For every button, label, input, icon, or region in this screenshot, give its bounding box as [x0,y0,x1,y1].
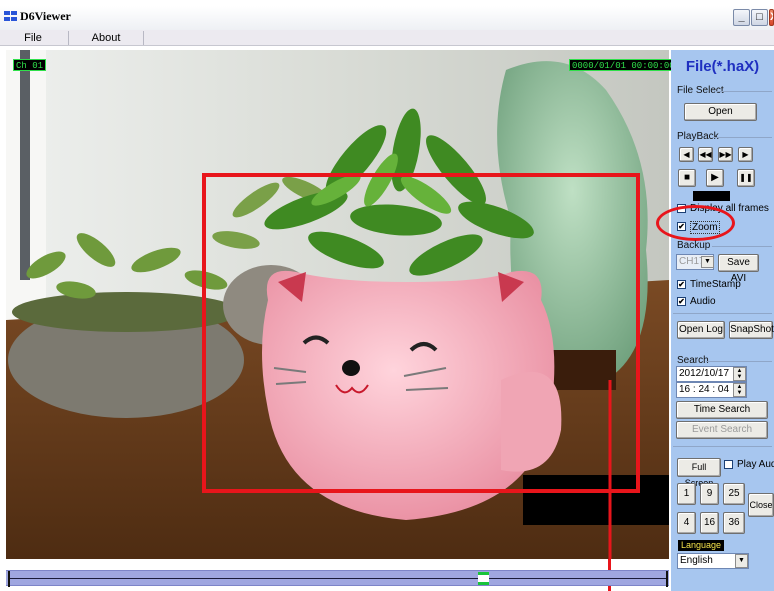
date-value: 2012/10/17 [679,368,730,379]
osd-timestamp: 0000/01/01 00:00:00 [569,59,678,71]
timeline-track [8,578,668,579]
audio-label: Audio [690,296,716,307]
timestamp-checkbox[interactable]: ✔ [677,280,686,289]
language-label: Language [678,540,725,551]
app-icon [4,11,17,21]
group-line [706,361,772,362]
open-button[interactable]: Open [684,103,757,121]
timestamp-label: TimeStamp [690,279,741,290]
panel-title: File(*.haX) [685,58,760,75]
menu-about[interactable]: About [70,30,142,46]
language-value: English [680,555,713,566]
backup-label: Backup [677,240,711,251]
video-view[interactable] [6,50,669,559]
rewind-button[interactable]: ◀◀ [698,147,713,162]
layout-25-button[interactable]: 25 [723,483,745,505]
group-line [673,313,772,314]
menu-file[interactable]: File [0,30,66,46]
menu-separator [68,31,69,45]
play-audio-checkbox[interactable] [724,460,733,469]
play-audio-label: Play Audio [737,459,774,470]
maximize-button[interactable]: □ [751,9,768,26]
speed-indicator [693,191,730,201]
group-line [673,446,772,447]
time-value: 16 : 24 : 04 [679,384,730,395]
close-button[interactable]: Close [748,493,774,517]
channel-label: Ch 01 [13,59,47,71]
audio-checkbox[interactable]: ✔ [677,297,686,306]
layout-9-button[interactable]: 9 [700,483,719,505]
group-line [712,246,772,247]
group-line [712,137,772,138]
layout-4-button[interactable]: 4 [677,512,696,534]
play-button[interactable]: ▶ [706,169,724,187]
save-avi-button[interactable]: Save AVI [718,254,759,284]
layout-36-button[interactable]: 36 [723,512,745,534]
pause-button[interactable]: ❚❚ [737,169,755,187]
event-search-button[interactable]: Event Search [676,421,768,439]
video-frame-image [6,50,669,559]
timeline-end-marker [666,571,668,587]
layout-16-button[interactable]: 16 [700,512,719,534]
window-title: D6Viewer [20,9,71,23]
timeline-start-marker [8,571,10,587]
chevron-down-icon[interactable]: ▼ [735,554,748,568]
group-line [716,91,772,92]
title-bar [0,6,774,30]
fast-forward-button[interactable]: ▶▶ [718,147,733,162]
time-spinner[interactable]: ▲ ▼ [733,383,746,397]
open-log-button[interactable]: Open Log [677,321,725,339]
time-search-button[interactable]: Time Search [676,401,768,419]
minimize-button[interactable]: _ [733,9,750,26]
step-back-button[interactable]: ◀ [679,147,694,162]
close-window-button[interactable]: X [769,9,774,26]
snapshot-button[interactable]: SnapShot [729,321,774,339]
stop-button[interactable]: ■ [678,169,696,187]
menu-separator [143,31,144,45]
date-spinner[interactable]: ▲ ▼ [733,367,746,381]
layout-1-button[interactable]: 1 [677,483,696,505]
timeline-slider-thumb[interactable] [478,572,489,585]
chevron-down-icon[interactable]: ▼ [701,256,714,268]
zoom-annotation-circle [656,205,735,241]
search-label: Search [677,355,709,366]
step-forward-button[interactable]: ▶ [738,147,753,162]
full-screen-button[interactable]: Full Screen [677,458,721,488]
